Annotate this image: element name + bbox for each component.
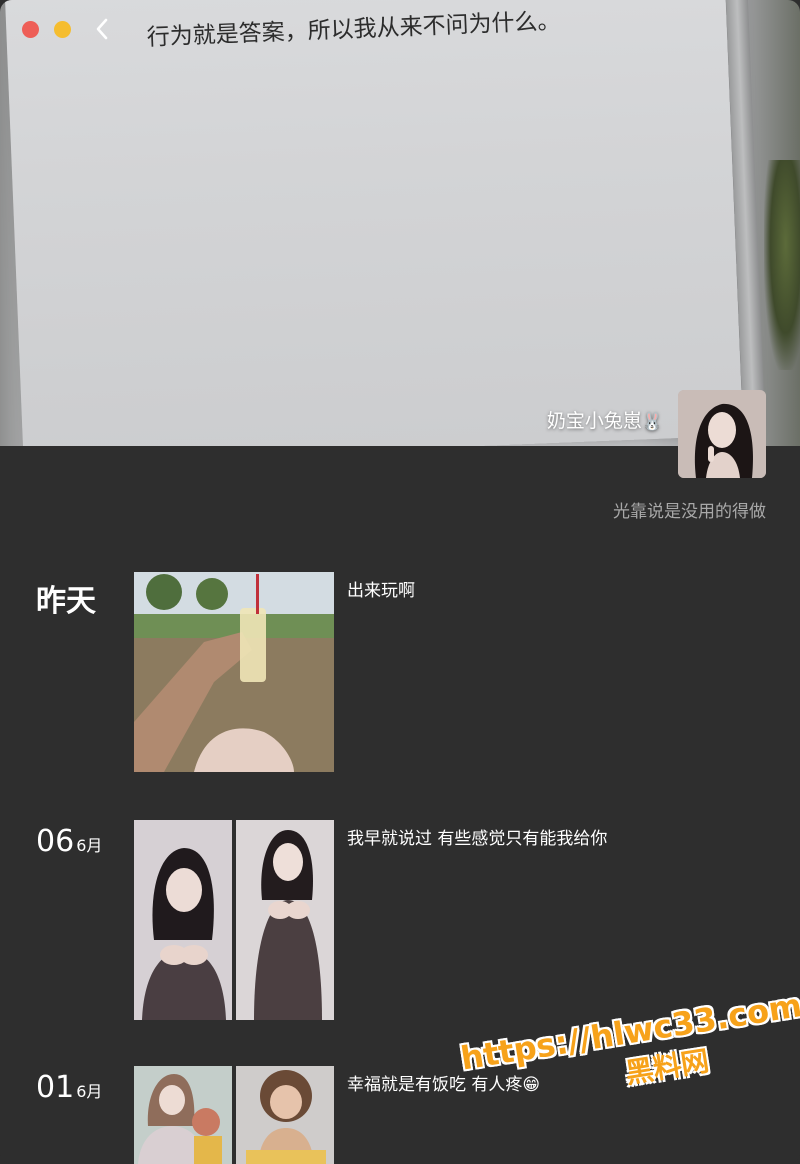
minimize-button[interactable] [54, 21, 71, 38]
watermark: https://hlwc33.com 黑料网 [458, 986, 800, 1117]
post-date-text: 昨天 [36, 584, 96, 619]
post-date: 06 6月 [36, 824, 102, 859]
cover-paper [4, 0, 744, 446]
avatar[interactable] [678, 390, 766, 478]
portrait-photo [236, 820, 334, 1020]
post-photo[interactable] [236, 820, 334, 1020]
post-photo[interactable] [236, 1066, 334, 1164]
username-text: 奶宝小兔崽 [546, 410, 642, 432]
profile-username: 奶宝小兔崽🐰 [547, 406, 663, 433]
post-photo[interactable] [134, 572, 334, 772]
close-button[interactable] [22, 21, 39, 38]
back-chevron-icon [96, 18, 108, 40]
post-caption: 我早就说过 有些感觉只有能我给你 [347, 829, 608, 849]
post-date: 01 6月 [36, 1070, 102, 1105]
post-month: 6月 [76, 1082, 103, 1101]
app-window: 行为就是答案，所以我从来不问为什么。 奶宝小兔崽🐰 光靠说是没用的得做 昨天 出… [0, 0, 800, 1164]
cover-plant [764, 160, 800, 370]
cover-image: 行为就是答案，所以我从来不问为什么。 [0, 0, 800, 446]
post-photo[interactable] [134, 820, 232, 1020]
park-photo [134, 572, 334, 772]
post-photo[interactable] [134, 1066, 232, 1164]
avatar-photo [678, 390, 766, 478]
post-month: 6月 [76, 836, 103, 855]
post-day: 01 [36, 1070, 75, 1105]
doll-photo [134, 1066, 232, 1164]
post-day: 06 [36, 824, 75, 859]
post-caption: 出来玩啊 [347, 581, 415, 601]
post-date: 昨天 [36, 576, 96, 620]
back-button[interactable] [90, 14, 114, 44]
doll-photo [236, 1066, 334, 1164]
portrait-photo [134, 820, 232, 1020]
bunny-emoji-icon: 🐰 [641, 412, 663, 432]
profile-signature: 光靠说是没用的得做 [613, 502, 766, 522]
